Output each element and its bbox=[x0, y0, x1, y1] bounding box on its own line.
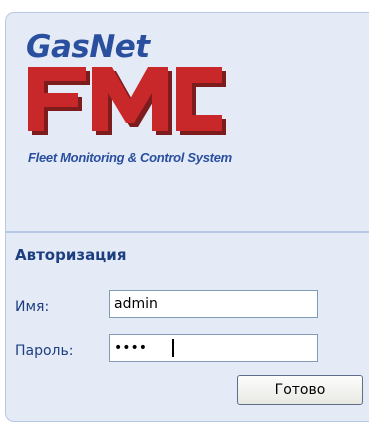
divider bbox=[6, 231, 369, 233]
auth-title: Авторизация bbox=[15, 246, 127, 264]
text-caret bbox=[172, 339, 174, 357]
password-label: Пароль: bbox=[15, 343, 74, 359]
username-input[interactable] bbox=[109, 290, 318, 318]
password-input[interactable] bbox=[109, 334, 318, 362]
gasnet-logo-text: GasNet bbox=[26, 29, 150, 65]
fmc-logo bbox=[28, 67, 226, 135]
username-label: Имя: bbox=[15, 299, 50, 315]
submit-button[interactable]: Готово bbox=[237, 375, 363, 405]
logo-subtitle: Fleet Monitoring & Control System bbox=[28, 150, 232, 165]
